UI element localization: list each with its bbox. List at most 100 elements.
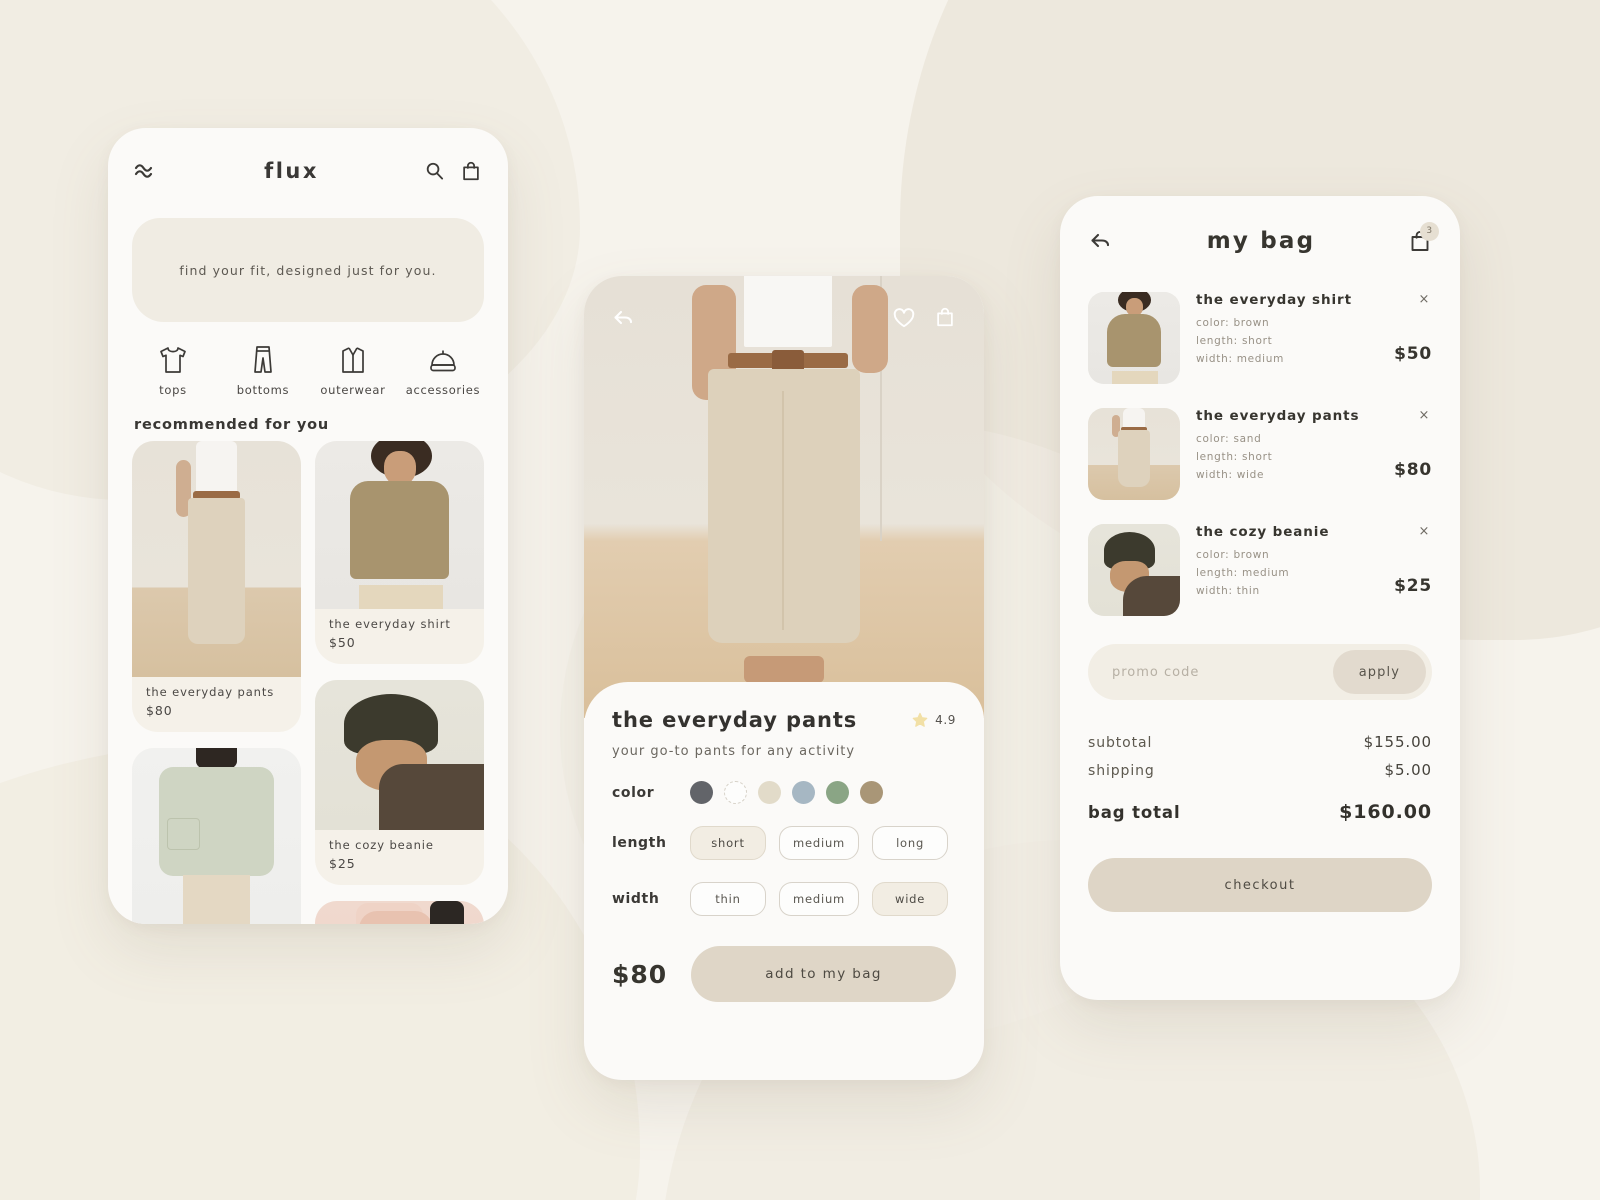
wave-menu-icon[interactable] (134, 161, 160, 181)
width-option-wide[interactable]: wide (872, 882, 949, 916)
app-brand-title: flux (264, 159, 319, 183)
bag-item-header: the everyday pants × (1196, 408, 1432, 424)
product-photo (132, 441, 301, 677)
color-option-row: color (612, 781, 956, 804)
product-photo (132, 748, 301, 924)
summary-label: shipping (1088, 763, 1155, 779)
bag-item-thumbnail (1088, 292, 1180, 384)
category-nav: tops bottoms outerwear accessories (108, 322, 508, 403)
summary-row-subtotal: subtotal $155.00 (1088, 728, 1432, 756)
shopping-bag-icon[interactable] (934, 306, 956, 329)
close-icon[interactable]: × (1417, 292, 1433, 307)
product-card[interactable]: the laid-back jacket (132, 748, 301, 924)
shopping-bag-icon[interactable] (460, 160, 482, 183)
length-option-long[interactable]: long (872, 826, 949, 860)
search-icon[interactable] (423, 160, 446, 183)
bag-line-item[interactable]: the cozy beanie × color: brown length: m… (1060, 518, 1460, 634)
length-option-short[interactable]: short (690, 826, 766, 860)
product-grid: the everyday pants $80 the laid-back jac… (108, 441, 508, 924)
summary-value: $155.00 (1363, 733, 1432, 751)
bag-line-item[interactable]: the everyday pants × color: sand length:… (1060, 402, 1460, 518)
rating-badge: 4.9 (911, 711, 956, 729)
color-label: color (612, 784, 655, 801)
width-option-thin[interactable]: thin (690, 882, 766, 916)
category-label: tops (159, 383, 187, 397)
color-swatch-charcoal[interactable] (690, 781, 713, 804)
category-accessories[interactable]: accessories (398, 344, 488, 397)
product-photo (315, 441, 484, 609)
color-swatch-blue-gray[interactable] (792, 781, 815, 804)
category-tops[interactable]: tops (128, 344, 218, 397)
rating-value: 4.9 (935, 713, 956, 727)
bag-total-label: bag total (1088, 803, 1181, 822)
add-to-bag-button[interactable]: add to my bag (691, 946, 956, 1002)
detail-price: $80 (612, 959, 668, 989)
width-option-row: width thin medium wide (612, 882, 956, 916)
promo-code-row: apply (1088, 644, 1432, 700)
product-card[interactable] (315, 901, 484, 924)
product-name: the everyday pants (146, 685, 275, 699)
promo-code-input[interactable] (1112, 664, 1333, 680)
color-swatch-white[interactable] (724, 781, 747, 804)
summary-row-total: bag total $160.00 (1088, 796, 1432, 828)
product-card[interactable]: the everyday shirt $50 (315, 441, 484, 664)
summary-value: $5.00 (1384, 761, 1432, 779)
color-swatch-cream[interactable] (758, 781, 781, 804)
product-meta: the everyday pants $80 (132, 677, 301, 732)
beanie-icon (426, 344, 460, 376)
category-label: outerwear (320, 383, 386, 397)
phone-screen-home: flux find your fit, designed just for yo… (108, 128, 508, 924)
product-price: $80 (146, 703, 173, 718)
checkout-button[interactable]: checkout (1088, 858, 1432, 912)
pants-icon (246, 344, 280, 376)
summary-row-shipping: shipping $5.00 (1088, 756, 1432, 784)
color-swatch-group (690, 781, 883, 804)
apply-promo-button[interactable]: apply (1332, 650, 1426, 694)
hero-banner: find your fit, designed just for you. (132, 218, 484, 322)
bag-line-item[interactable]: the everyday shirt × color: brown length… (1060, 286, 1460, 402)
bag-item-thumbnail (1088, 524, 1180, 616)
tshirt-icon (156, 344, 190, 376)
product-meta: the cozy beanie $25 (315, 830, 484, 885)
product-subtitle: your go-to pants for any activity (612, 744, 856, 759)
color-swatch-olive[interactable] (860, 781, 883, 804)
product-column-left: the everyday pants $80 the laid-back jac… (132, 441, 301, 924)
product-card[interactable]: the everyday pants $80 (132, 441, 301, 732)
category-label: accessories (405, 383, 481, 397)
length-label: length (612, 835, 667, 851)
heart-icon[interactable] (892, 306, 916, 329)
product-image-carousel[interactable] (584, 276, 984, 718)
product-info-sheet: the everyday pants 4.9 your go-to pants … (584, 682, 984, 1002)
page-title: my bag (1206, 228, 1316, 254)
back-arrow-icon[interactable] (612, 308, 636, 328)
product-photo (315, 901, 484, 924)
close-icon[interactable]: × (1417, 524, 1433, 539)
width-pill-group: thin medium wide (690, 882, 949, 916)
category-bottoms[interactable]: bottoms (218, 344, 308, 397)
bag-item-header: the everyday shirt × (1196, 292, 1432, 308)
product-card[interactable]: the cozy beanie $25 (315, 680, 484, 885)
length-option-medium[interactable]: medium (779, 826, 860, 860)
home-header: flux (108, 128, 508, 214)
color-swatch-sage[interactable] (826, 781, 849, 804)
bag-header: my bag 3 (1060, 196, 1460, 286)
bag-item-name: the everyday shirt (1196, 292, 1352, 308)
back-arrow-icon[interactable] (1088, 231, 1114, 251)
bag-item-color: color: brown (1196, 549, 1270, 561)
phone-screen-my-bag: my bag 3 the everyday shirt × color: bro… (1060, 196, 1460, 1000)
length-pill-group: short medium long (690, 826, 949, 860)
shopping-bag-icon[interactable]: 3 (1408, 221, 1439, 254)
product-title-row: the everyday pants 4.9 (612, 708, 956, 732)
order-summary: subtotal $155.00 shipping $5.00 bag tota… (1060, 700, 1460, 828)
category-outerwear[interactable]: outerwear (308, 344, 398, 397)
bag-item-name: the everyday pants (1196, 408, 1360, 424)
section-title-recommended: recommended for you (134, 417, 329, 433)
width-option-medium[interactable]: medium (779, 882, 860, 916)
product-title: the everyday pants (612, 708, 858, 732)
product-name: the cozy beanie (329, 838, 434, 852)
close-icon[interactable]: × (1417, 408, 1433, 423)
bag-item-color: color: brown (1196, 317, 1270, 329)
length-option-row: length short medium long (612, 826, 956, 860)
bag-item-body: the everyday pants × color: sand length:… (1196, 408, 1432, 481)
bag-item-body: the everyday shirt × color: brown length… (1196, 292, 1432, 365)
